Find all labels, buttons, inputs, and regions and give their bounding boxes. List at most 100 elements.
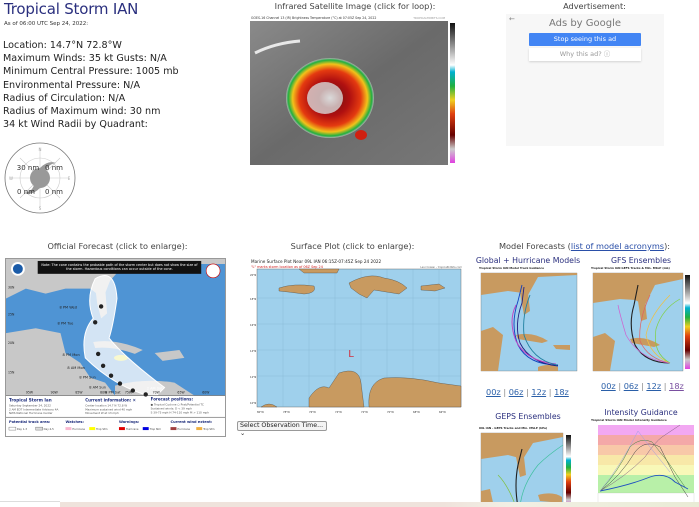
legend-warn-hurricane: Hurricane	[126, 427, 139, 431]
surface-plot-image[interactable]: Marine Surface Plot Near 09L IAN 06:15Z-…	[249, 258, 465, 418]
fc-label-3: 8 AM Mon	[67, 366, 85, 370]
satellite-image-title: GOES-16 Channel 13 (IR) Brightness Tempe…	[251, 16, 376, 20]
legend-fp-2: S 39-73 mph H 74-110 mph M > 110 mph	[151, 410, 209, 414]
bottom-banner	[60, 502, 699, 507]
lat-label-15: 15N	[8, 371, 15, 375]
lon-label-6: 65W	[177, 390, 185, 394]
intensity-guidance-image[interactable]: Tropical Storm IAN Model Intensity Guida…	[590, 417, 697, 507]
fc-label-6: 8 PM Sat	[105, 390, 121, 394]
global-models-image[interactable]: Tropical Storm IAN Model Track Guidance	[478, 265, 580, 377]
compass-s: S	[39, 206, 42, 211]
model-acronyms-link[interactable]: list of model acronyms	[571, 241, 664, 251]
lon-label-1: 90W	[51, 390, 59, 394]
lon-label-0: 95W	[26, 390, 34, 394]
gfs-model-runs: 00z | 06z | 12z | 18z	[601, 381, 684, 391]
legend-track-area-title: Potential track area:	[9, 420, 51, 424]
lat-label-20: 20N	[8, 341, 15, 345]
geps-title: 09L IAN - GEPS Tracks and Min. MSLP (hPa…	[479, 426, 548, 430]
cone-note: Note: The cone contains the probable pat…	[41, 262, 198, 271]
gfs-run-06z[interactable]: 06z	[624, 381, 639, 391]
model-forecasts-heading: Model Forecasts (list of model acronyms)…	[470, 241, 699, 251]
radius-max-wind-line: Radius of Maximum wind: 30 nm	[3, 106, 161, 118]
location-line: Location: 14.7°N 72.8°W	[3, 40, 122, 51]
satellite-colorbar	[450, 23, 455, 163]
sfc-lat-4: 12°N	[250, 375, 256, 379]
radii-nw: 30 nm	[17, 164, 40, 172]
lon-label-2: 85W	[75, 390, 83, 394]
legend-forecast-positions-title: Forecast positions:	[151, 396, 194, 401]
gfs-run-18z[interactable]: 18z	[669, 381, 684, 391]
legend-warnings-title: Warnings:	[119, 420, 140, 424]
global-run-18z[interactable]: 18z	[554, 387, 569, 397]
satellite-credit: TROPICALTIDBITS.COM	[412, 16, 445, 20]
lat-label-30: 30N	[8, 286, 15, 290]
mf-heading-prefix: Model Forecasts (	[498, 241, 571, 251]
fc-label-5: 8 AM Sun	[89, 386, 106, 390]
gfs-run-12z[interactable]: 12z	[646, 381, 661, 391]
radii-sw: 0 nm	[17, 188, 35, 196]
geps-ensembles-heading: GEPS Ensembles	[495, 412, 561, 421]
legend-current-info-title: Current information: ×	[85, 397, 136, 402]
legend-extent-ts: Trop Stm	[203, 427, 215, 431]
sfc-lon-5: 70°W	[387, 410, 394, 414]
ad-heading: Advertisement:	[563, 1, 626, 11]
global-models-heading: Global + Hurricane Models	[475, 256, 581, 265]
fc-label-2: 8 PM Mon	[62, 353, 79, 357]
sfc-lon-3: 74°W	[335, 410, 342, 414]
sfc-lat-2: 16°N	[250, 323, 256, 327]
surface-plot-subtitle: "L" marks storm location as of 06Z Sep 2…	[251, 265, 323, 269]
gfs-run-00z[interactable]: 00z	[601, 381, 616, 391]
legend-center: NWS National Hurricane Center	[9, 411, 53, 415]
page-divider	[0, 501, 60, 502]
wind-radii-label: 34 kt Wind Radii by Quadrant:	[3, 119, 148, 131]
compass-n: N	[39, 147, 42, 152]
gfs-ensembles-image[interactable]: Tropical Storm IAN GEFS Tracks & Min. MS…	[590, 265, 693, 377]
nws-logo-icon	[205, 263, 221, 279]
legend-watch-hurricane: Hurricane	[72, 427, 85, 431]
sfc-lon-2: 76°W	[309, 410, 316, 414]
global-run-06z[interactable]: 06z	[509, 387, 524, 397]
global-run-12z[interactable]: 12z	[531, 387, 546, 397]
surface-plot-credit: Levi Cowan - tropicaltidbits.com	[420, 265, 462, 269]
lon-label-3: 80W	[100, 390, 108, 394]
ads-by-google-label: Ads by Google	[548, 18, 622, 29]
lon-label-4: 75W	[125, 390, 133, 394]
lon-label-7: 60W	[202, 390, 210, 394]
geps-ensembles-image[interactable]: 09L IAN - GEPS Tracks and Min. MSLP (hPa…	[478, 425, 580, 507]
global-run-00z[interactable]: 00z	[486, 387, 501, 397]
fc-label-4: 8 PM Sun	[79, 376, 95, 380]
observation-time-select[interactable]: Select Observation Time... ⌄	[237, 421, 327, 437]
why-this-ad-button[interactable]: Why this ad? ⓘ	[529, 48, 641, 61]
intensity-title: Tropical Storm IAN Model Intensity Guida…	[591, 418, 667, 422]
sep: |	[526, 387, 529, 397]
official-forecast-heading: Official Forecast (click to enlarge):	[47, 241, 188, 251]
official-forecast-image[interactable]: Note: The cone contains the probable pat…	[5, 258, 226, 437]
wind-radii-diagram: N S E W 30 nm 0 nm 0 nm 0 nm	[4, 142, 76, 214]
legend-current-info-2: Movement W at 13 mph	[85, 411, 119, 415]
sfc-lon-7: 66°W	[439, 410, 446, 414]
satellite-heading: Infrared Satellite Image (click for loop…	[274, 1, 436, 11]
sfc-lon-6: 68°W	[413, 410, 420, 414]
satellite-image[interactable]: GOES-16 Channel 13 (IR) Brightness Tempe…	[245, 13, 462, 170]
legend-warn-ts: Trop Stm	[150, 427, 162, 431]
sep: |	[663, 381, 667, 391]
gfs-ensembles-title: Tropical Storm IAN GEFS Tracks & Min. MS…	[591, 266, 671, 270]
sep: |	[641, 381, 644, 391]
sep: |	[548, 387, 552, 397]
ad-container: ← Ads by Google Stop seeing this ad Why …	[506, 14, 664, 146]
stop-seeing-ad-button[interactable]: Stop seeing this ad	[529, 33, 641, 46]
storm-info: Location: 14.7°N 72.8°W Maximum Winds: 3…	[3, 39, 179, 131]
legend-storm-name: Tropical Storm Ian	[9, 397, 52, 402]
sfc-lat-3: 14°N	[250, 349, 256, 353]
sfc-lat-0: 20°N	[250, 273, 256, 277]
compass-w: W	[9, 176, 13, 181]
max-winds-line: Maximum Winds: 35 kt Gusts: N/A	[3, 53, 167, 65]
global-models-title: Tropical Storm IAN Model Track Guidance	[479, 266, 544, 270]
sfc-lon-4: 72°W	[361, 410, 368, 414]
lat-label-25: 25N	[8, 312, 15, 316]
intensity-guidance-heading: Intensity Guidance	[604, 408, 678, 417]
legend-day13: Day 1-3	[17, 427, 27, 431]
storm-title: Tropical Storm IAN	[4, 0, 139, 18]
radii-ne: 0 nm	[45, 164, 63, 172]
env-pressure-line: Environmental Pressure: N/A	[3, 79, 141, 91]
